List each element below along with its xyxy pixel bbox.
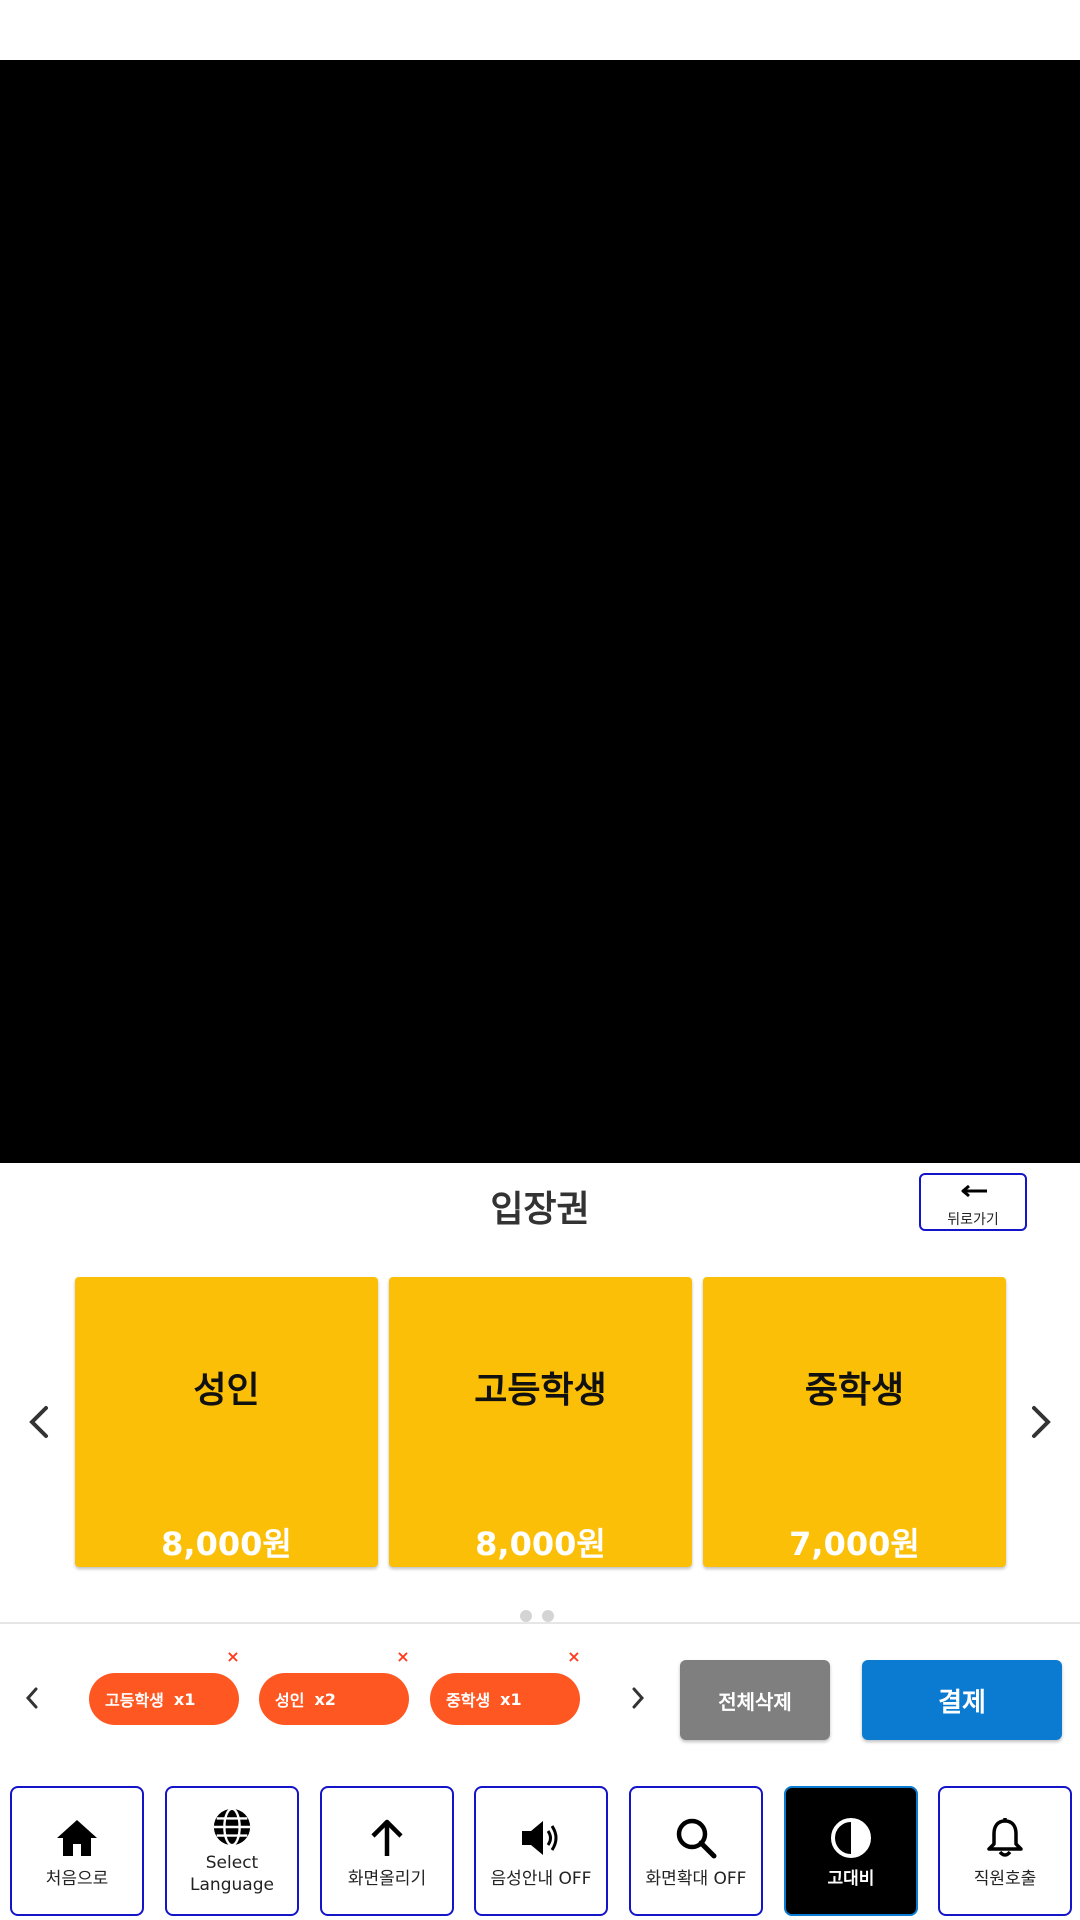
ticket-price: 8,000원	[161, 1525, 292, 1563]
home-icon	[55, 1816, 99, 1860]
back-arrow-icon	[961, 1185, 987, 1198]
ticket-price: 7,000원	[789, 1525, 920, 1563]
cart-item-middle-school[interactable]: 중학생 x1	[430, 1673, 580, 1725]
page-dot[interactable]	[520, 1610, 532, 1622]
home-label: 처음으로	[45, 1869, 109, 1889]
cart-item-remove-button[interactable]: ×	[223, 1647, 243, 1667]
call-staff-button[interactable]: 직원호출	[938, 1786, 1072, 1916]
ticket-card-middle-school[interactable]: 중학생 7,000원	[703, 1277, 1006, 1567]
cart-prev-button[interactable]	[12, 1678, 52, 1718]
divider	[0, 1622, 1080, 1624]
cart-item-name: 중학생	[446, 1691, 491, 1710]
cart-item-name: 고등학생	[105, 1691, 164, 1710]
scroll-up-label: 화면올리기	[347, 1869, 427, 1889]
high-contrast-button[interactable]: 고대비	[784, 1786, 918, 1916]
chevron-left-icon	[29, 1406, 48, 1438]
cart-item-name: 성인	[275, 1691, 305, 1710]
back-button-label: 뒤로가기	[947, 1212, 999, 1228]
chevron-left-icon	[25, 1687, 38, 1709]
pay-button[interactable]: 결제	[862, 1660, 1062, 1740]
kiosk-screen: 입장권 뒤로가기 성인 8,000원 고등학생 8,000원 중학생 7,000…	[0, 0, 1080, 1920]
zoom-button[interactable]: 화면확대 OFF	[629, 1786, 763, 1916]
call-staff-label: 직원호출	[973, 1869, 1037, 1889]
ticket-name: 고등학생	[474, 1370, 607, 1411]
ticket-card-high-school[interactable]: 고등학생 8,000원	[389, 1277, 692, 1567]
cart-item-adult[interactable]: 성인 x2	[259, 1673, 409, 1725]
contrast-icon	[829, 1816, 873, 1860]
ticket-name: 중학생	[804, 1370, 905, 1411]
section-title: 입장권	[490, 1189, 590, 1230]
cart-item-qty: x2	[314, 1689, 336, 1709]
bell-icon	[983, 1816, 1027, 1860]
ticket-card-adult[interactable]: 성인 8,000원	[75, 1277, 378, 1567]
ticket-name: 성인	[193, 1370, 260, 1411]
home-button[interactable]: 처음으로	[10, 1786, 144, 1916]
cart-item-qty: x1	[173, 1689, 196, 1709]
scroll-up-button[interactable]: 화면올리기	[320, 1786, 454, 1916]
language-label-line2: Language	[190, 1875, 274, 1895]
media-display-area	[0, 60, 1080, 1163]
back-button[interactable]: 뒤로가기	[919, 1173, 1027, 1231]
select-language-button[interactable]: Select Language	[165, 1786, 299, 1916]
accessibility-toolbar: 처음으로 Select Language 화면올리기 음성안내 OFF 화면확대…	[0, 1786, 1080, 1916]
cart-next-button[interactable]	[618, 1678, 658, 1718]
ticket-prev-button[interactable]	[20, 1402, 60, 1442]
cart-item-high-school[interactable]: 고등학생 x1	[89, 1673, 239, 1725]
cart-item-remove-button[interactable]: ×	[393, 1647, 413, 1667]
cart-item-qty: x1	[500, 1689, 522, 1709]
voice-guide-label: 음성안내 OFF	[490, 1869, 592, 1889]
globe-icon	[211, 1806, 253, 1848]
cart-item-remove-button[interactable]: ×	[564, 1647, 584, 1667]
high-contrast-label: 고대비	[827, 1869, 875, 1889]
chevron-right-icon	[632, 1687, 645, 1709]
zoom-label: 화면확대 OFF	[645, 1869, 747, 1889]
page-dot[interactable]	[542, 1610, 554, 1622]
language-label: Select Language	[190, 1852, 274, 1896]
ticket-next-button[interactable]	[1020, 1402, 1060, 1442]
ticket-page-indicator	[520, 1610, 554, 1622]
magnifier-icon	[674, 1816, 718, 1860]
speaker-icon	[519, 1816, 563, 1860]
ticket-price: 8,000원	[475, 1525, 606, 1563]
clear-all-button[interactable]: 전체삭제	[680, 1660, 830, 1740]
voice-guide-button[interactable]: 음성안내 OFF	[474, 1786, 608, 1916]
chevron-right-icon	[1032, 1406, 1051, 1438]
arrow-up-icon	[365, 1816, 409, 1860]
language-label-line1: Select	[205, 1853, 259, 1873]
